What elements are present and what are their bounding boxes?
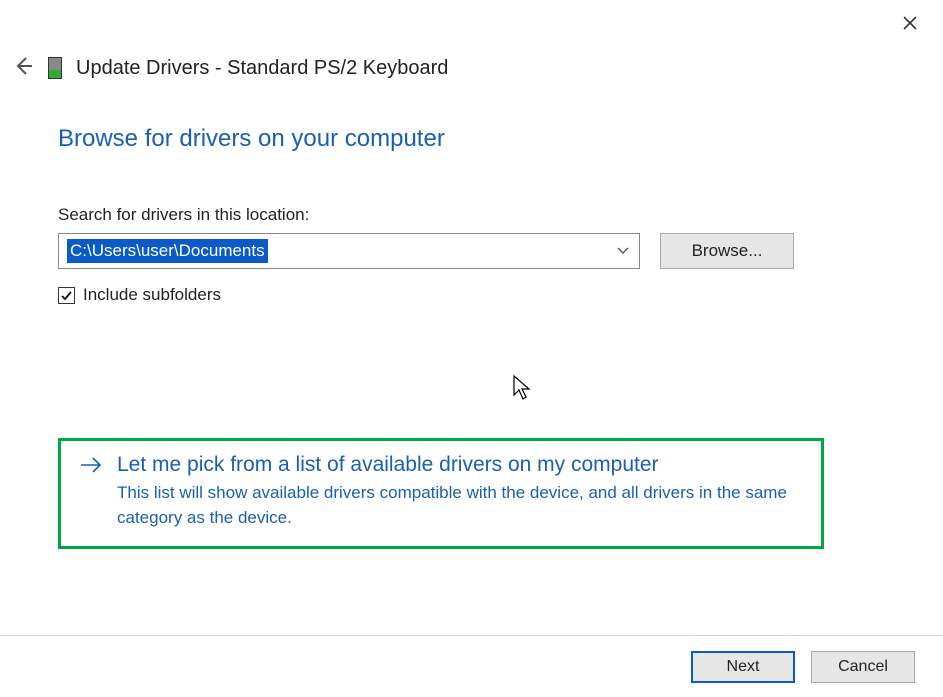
include-subfolders-checkbox[interactable] bbox=[58, 287, 75, 304]
include-subfolders-label: Include subfolders bbox=[83, 285, 221, 305]
search-location-label: Search for drivers in this location: bbox=[58, 205, 883, 225]
path-value: C:\Users\user\Documents bbox=[67, 239, 268, 263]
path-combobox[interactable]: C:\Users\user\Documents bbox=[58, 233, 640, 269]
keyboard-icon bbox=[48, 57, 62, 79]
option-description: This list will show available drivers co… bbox=[117, 481, 803, 530]
pick-from-list-option[interactable]: Let me pick from a list of available dri… bbox=[58, 438, 824, 549]
content-area: Browse for drivers on your computer Sear… bbox=[58, 125, 883, 305]
browse-button[interactable]: Browse... bbox=[660, 233, 794, 269]
page-heading: Browse for drivers on your computer bbox=[58, 125, 883, 153]
footer: Next Cancel bbox=[0, 635, 943, 697]
arrow-right-icon bbox=[79, 453, 103, 484]
back-button[interactable] bbox=[12, 55, 34, 81]
path-row: C:\Users\user\Documents Browse... bbox=[58, 233, 883, 269]
cursor-icon bbox=[513, 375, 533, 401]
window-title: Update Drivers - Standard PS/2 Keyboard bbox=[76, 57, 448, 80]
header: Update Drivers - Standard PS/2 Keyboard bbox=[12, 55, 448, 81]
next-button[interactable]: Next bbox=[691, 651, 795, 683]
include-subfolders-row[interactable]: Include subfolders bbox=[58, 285, 883, 305]
cancel-button[interactable]: Cancel bbox=[811, 651, 915, 683]
close-button[interactable] bbox=[895, 10, 925, 39]
option-title: Let me pick from a list of available dri… bbox=[117, 453, 803, 477]
chevron-down-icon bbox=[617, 244, 629, 258]
option-text: Let me pick from a list of available dri… bbox=[117, 453, 803, 530]
